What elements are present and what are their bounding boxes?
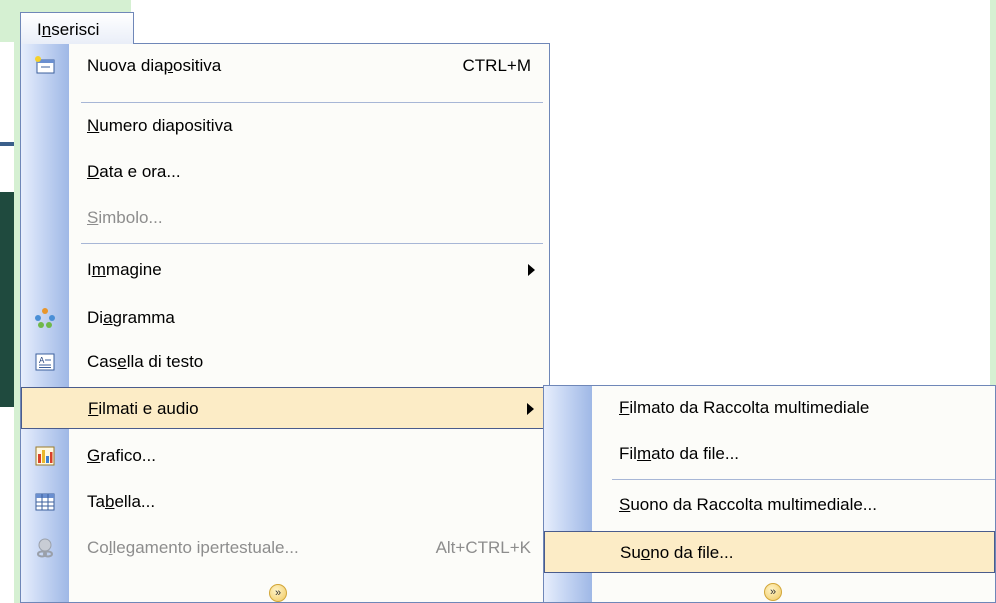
menu-item-label: Simbolo...: [87, 208, 163, 227]
thumbnail-band: [0, 142, 14, 146]
menu-item-tabella[interactable]: Tabella...: [21, 480, 549, 524]
expand-submenu-button[interactable]: »: [764, 583, 782, 601]
menu-item-label: Collegamento ipertestuale...: [87, 538, 299, 557]
menu-separator: [81, 243, 543, 244]
submenu-item-label: Suono da file...: [620, 543, 734, 562]
menu-item-simbolo[interactable]: Simbolo...: [21, 196, 549, 240]
menu-item-label: Immagine: [87, 260, 162, 279]
menu-item-label: Tabella...: [87, 492, 156, 511]
submenu-separator: [612, 479, 995, 480]
submenu-item-label: Filmato da Raccolta multimediale: [619, 398, 870, 417]
submenu-item-label: Suono da Raccolta multimediale...: [619, 495, 877, 514]
svg-text:A: A: [39, 356, 45, 365]
menu-title-post: serisci: [51, 20, 100, 39]
slide-thumbnail-strip: [0, 42, 14, 603]
insert-menu: Nuova diapositiva CTRL+M Numero diaposit…: [20, 43, 550, 603]
submenu-item-suono-raccolta[interactable]: Suono da Raccolta multimediale...: [544, 483, 995, 527]
menu-item-diagramma[interactable]: Diagramma: [21, 296, 549, 340]
menu-item-shortcut: Alt+CTRL+K: [435, 538, 531, 557]
expand-menu-button[interactable]: »: [269, 584, 287, 602]
menu-item-immagine[interactable]: Immagine: [21, 248, 549, 292]
new-slide-icon: [35, 56, 55, 74]
menu-item-label: Data e ora...: [87, 162, 181, 181]
filmati-audio-submenu: Filmato da Raccolta multimediale Filmato…: [543, 385, 996, 603]
submenu-item-filmato-da-file[interactable]: Filmato da file...: [544, 432, 995, 476]
text-box-icon: A: [35, 353, 55, 371]
table-icon: [35, 493, 55, 511]
menu-item-label: Filmati e audio: [88, 399, 199, 418]
menu-item-filmati-e-audio[interactable]: Filmati e audio: [21, 387, 549, 429]
menu-item-shortcut: CTRL+M: [462, 56, 531, 75]
menu-item-label: Casella di testo: [87, 352, 204, 371]
submenu-item-suono-da-file[interactable]: Suono da file...: [544, 531, 995, 573]
menu-item-label: Diagramma: [87, 308, 175, 327]
menu-item-label: Nuova diapositiva: [87, 56, 222, 75]
submenu-item-label: Filmato da file...: [619, 444, 740, 463]
menu-item-nuova-diapositiva[interactable]: Nuova diapositiva CTRL+M: [21, 44, 549, 88]
menu-item-casella-di-testo[interactable]: A Casella di testo: [21, 340, 549, 384]
chart-icon: [35, 446, 55, 466]
menu-separator: [81, 102, 543, 103]
menu-item-data-e-ora[interactable]: Data e ora...: [21, 150, 549, 194]
hyperlink-icon: [37, 538, 53, 558]
menu-title-accel: n: [41, 20, 52, 39]
menu-item-grafico[interactable]: Grafico...: [21, 434, 549, 478]
submenu-arrow-icon: [527, 403, 534, 415]
submenu-arrow-icon: [528, 264, 535, 276]
menu-item-collegamento-ipertestuale[interactable]: Collegamento ipertestuale... Alt+CTRL+K: [21, 526, 549, 570]
diagram-icon: [35, 308, 55, 328]
slide-thumbnail[interactable]: [0, 192, 14, 407]
menu-item-numero-diapositiva[interactable]: Numero diapositiva: [21, 104, 549, 148]
menu-item-label: Numero diapositiva: [87, 116, 233, 135]
menu-item-label: Grafico...: [87, 446, 156, 465]
menu-title-inserisci[interactable]: Inserisci: [20, 12, 134, 44]
submenu-item-filmato-raccolta[interactable]: Filmato da Raccolta multimediale: [544, 386, 995, 430]
